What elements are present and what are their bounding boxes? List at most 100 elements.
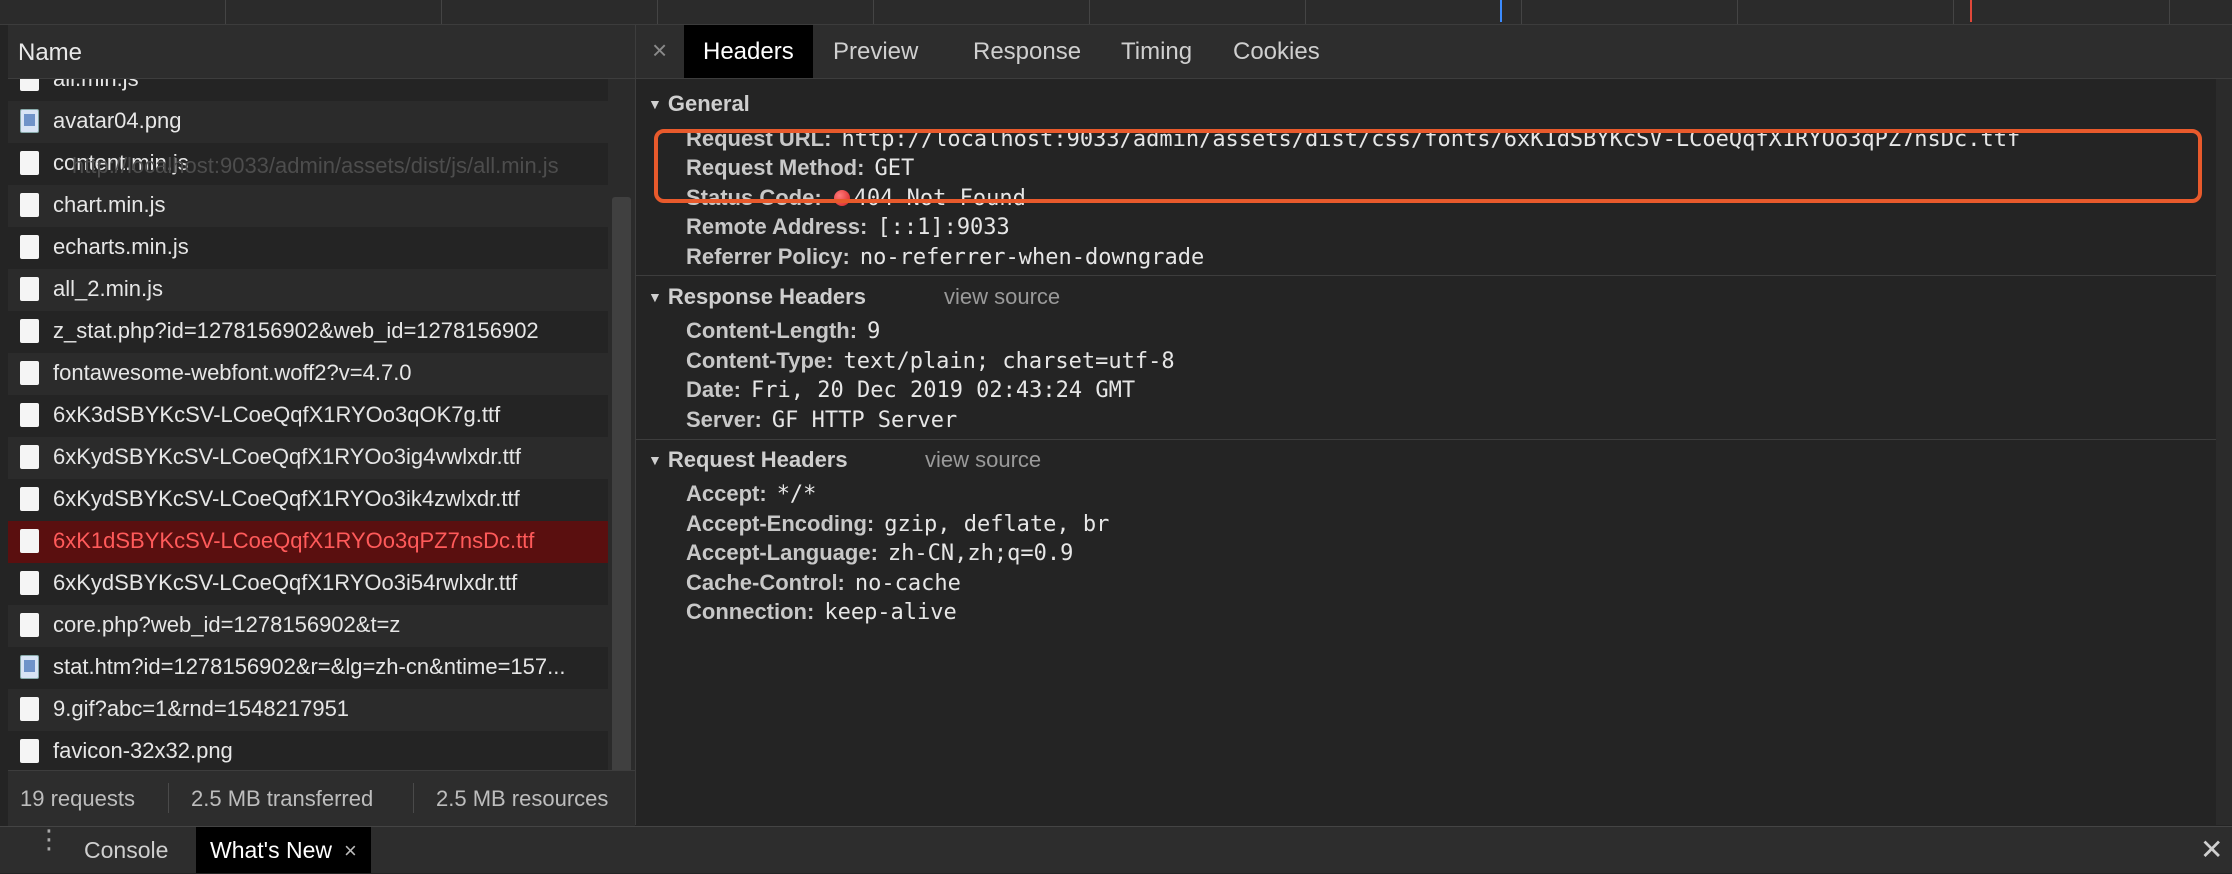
drawer-tab-label: Console [84,837,169,863]
image-file-icon [20,655,39,679]
timeline-gridline [1089,0,1090,24]
details-scrollbar[interactable] [2216,79,2232,825]
request-row[interactable]: fontawesome-webfont.woff2?v=4.7.0 [8,353,608,395]
drawer-tabbar: ⋮ Console What's New × ✕ [0,826,2232,873]
timeline-gridline [1953,0,1954,24]
response-headers-toggle[interactable]: ▼ Response Headers [648,284,866,310]
details-tabbar: × Headers Preview Response Timing Cookie… [636,25,2232,79]
tab-cookies[interactable]: Cookies [1214,25,1339,78]
request-name: favicon-32x32.png [53,738,233,763]
referrer-policy-label: Referrer Policy: [686,244,850,269]
header-name: Content-Type: [686,348,834,373]
header-row: Connection: keep-alive [686,599,957,625]
headers-view: ▼ General Request URL: http://localhost:90… [636,79,2232,825]
file-icon [20,361,39,385]
referrer-policy-value: no-referrer-when-downgrade [859,245,1205,270]
request-name: z_stat.php?id=1278156902&web_id=12781569… [53,318,539,343]
header-name: Accept: [686,481,767,506]
request-row[interactable]: 6xK3dSBYKcSV-LCoeQqfX1RYOo3qOK7g.ttf [8,395,608,437]
request-row[interactable]: 6xKydSBYKcSV-LCoeQqfX1RYOo3i54rwlxdr.ttf [8,563,608,605]
header-row: Accept: */* [686,481,816,507]
request-url-highlight-box [654,129,2202,203]
request-row[interactable]: stat.htm?id=1278156902&r=&lg=zh-cn&ntime… [8,647,608,689]
more-tools-kebab-icon[interactable]: ⋮ [36,826,62,852]
request-row[interactable]: avatar04.png [8,101,608,143]
request-row[interactable]: content.min.js [8,143,608,185]
triangle-down-icon: ▼ [648,96,662,112]
header-row: Date: Fri, 20 Dec 2019 02:43:24 GMT [686,377,1135,403]
request-row[interactable]: all.min.js [8,79,608,101]
request-count: 19 requests [20,786,135,811]
request-name: 6xK1dSBYKcSV-LCoeQqfX1RYOo3qPZ7nsDc.ttf [53,528,535,553]
header-value: gzip, deflate, br [884,512,1110,537]
header-name: Accept-Language: [686,540,878,565]
request-name: 6xK3dSBYKcSV-LCoeQqfX1RYOo3qOK7g.ttf [53,402,501,427]
request-row[interactable]: 6xKydSBYKcSV-LCoeQqfX1RYOo3ik4zwlxdr.ttf [8,479,608,521]
request-row[interactable]: all_2.min.js [8,269,608,311]
file-icon [20,79,39,91]
header-name: Date: [686,377,742,402]
request-view-source-link[interactable]: view source [925,447,1041,473]
file-icon [20,739,39,763]
scrollbar-thumb[interactable] [612,197,631,792]
remote-address-row: Remote Address: [::1]:9033 [686,214,1010,240]
timeline-gridline [1521,0,1522,24]
request-row[interactable]: favicon-32x32.png [8,731,608,773]
tab-timing[interactable]: Timing [1102,25,1211,78]
request-name: all_2.min.js [53,276,164,301]
tab-headers[interactable]: Headers [684,25,813,78]
file-icon [20,697,39,721]
request-list-panel: Name all.min.js avatar04.png content.min… [8,25,636,826]
drawer-tab-whats-new[interactable]: What's New × [196,827,371,873]
request-name: all.min.js [53,79,139,92]
tab-preview[interactable]: Preview [814,25,937,78]
request-row[interactable]: core.php?web_id=1278156902&t=z [8,605,608,647]
header-row: Server: GF HTTP Server [686,407,957,433]
request-row[interactable]: echarts.min.js [8,227,608,269]
timeline-gridline [657,0,658,24]
response-headers-title: Response Headers [667,284,866,309]
request-row[interactable]: z_stat.php?id=1278156902&web_id=12781569… [8,311,608,353]
request-name: echarts.min.js [53,234,189,259]
request-row[interactable]: chart.min.js [8,185,608,227]
name-column-header[interactable]: Name [8,25,635,79]
file-icon [20,613,39,637]
request-name: chart.min.js [53,192,166,217]
load-event-marker [1970,0,1972,22]
close-drawer-icon[interactable]: ✕ [2200,833,2223,866]
resources-size: 2.5 MB resources [436,786,609,811]
file-icon [20,403,39,427]
response-view-source-link[interactable]: view source [944,284,1060,310]
header-name: Accept-Encoding: [686,511,875,536]
tab-response[interactable]: Response [954,25,1100,78]
request-name: 6xKydSBYKcSV-LCoeQqfX1RYOo3i54rwlxdr.ttf [53,570,518,595]
close-details-icon[interactable]: × [652,35,667,66]
triangle-down-icon: ▼ [648,452,662,468]
drawer-tab-console[interactable]: Console [70,827,182,873]
header-row: Accept-Language: zh-CN,zh;q=0.9 [686,540,1073,566]
request-row[interactable]: 9.gif?abc=1&rnd=1548217951 [8,689,608,731]
request-name: avatar04.png [53,108,182,133]
header-name: Cache-Control: [686,570,845,595]
file-icon [20,151,39,175]
header-value: GF HTTP Server [771,408,958,433]
transferred-size: 2.5 MB transferred [191,786,374,811]
request-headers-toggle[interactable]: ▼ Request Headers [648,447,848,473]
request-row-error[interactable]: 6xK1dSBYKcSV-LCoeQqfX1RYOo3qPZ7nsDc.ttf [8,521,608,563]
network-timeline-overview[interactable] [0,0,2232,25]
request-row[interactable]: 6xKydSBYKcSV-LCoeQqfX1RYOo3ig4vwlxdr.ttf [8,437,608,479]
image-file-icon [20,109,39,133]
request-name: fontawesome-webfont.woff2?v=4.7.0 [53,360,412,385]
close-tab-icon[interactable]: × [344,838,357,863]
request-list-scrollbar[interactable] [608,79,635,794]
header-name: Connection: [686,599,815,624]
general-section-toggle[interactable]: ▼ General [648,91,750,117]
timeline-gridline [873,0,874,24]
section-divider [636,275,2232,276]
header-value: text/plain; charset=utf-8 [843,349,1175,374]
header-row: Content-Type: text/plain; charset=utf-8 [686,348,1175,374]
request-list[interactable]: all.min.js avatar04.png content.min.js c… [8,79,608,794]
network-summary-bar: 19 requests 2.5 MB transferred 2.5 MB re… [8,770,635,826]
file-icon [20,487,39,511]
general-section-title: General [667,91,750,116]
